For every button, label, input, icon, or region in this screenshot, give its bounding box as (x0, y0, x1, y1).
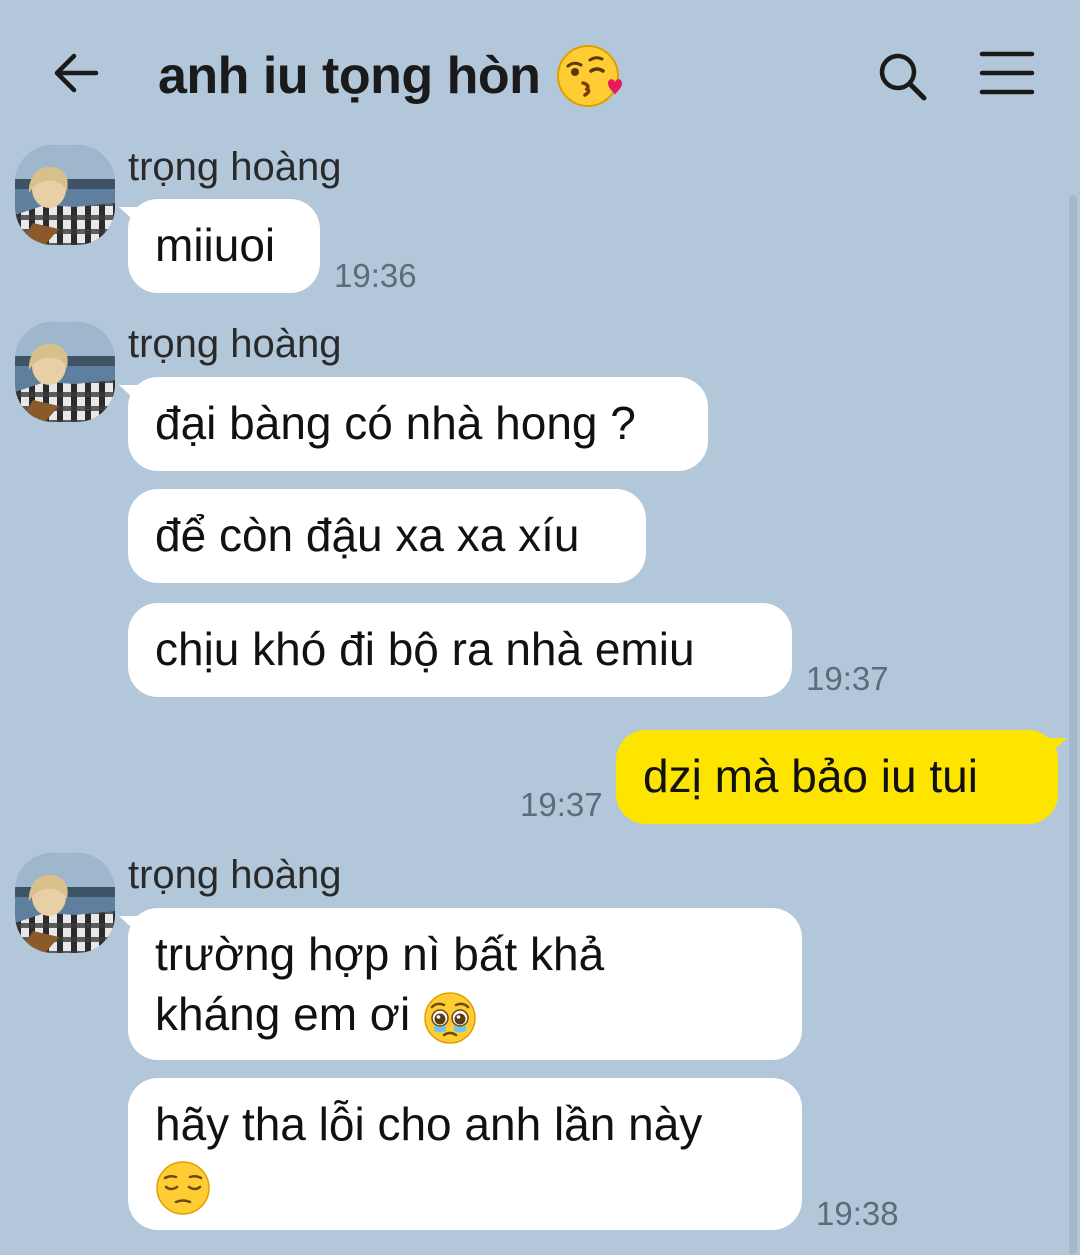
message-text-line: hãy tha lỗi cho anh lần này (155, 1098, 703, 1150)
message-text-line: trường hợp nì bất khả (155, 928, 605, 980)
message-text: dzị mà bảo iu tui (643, 750, 978, 802)
message-text: để còn đậu xa xa xíu (155, 509, 580, 561)
message-bubble[interactable]: trường hợp nì bất khả kháng em ơi (128, 908, 802, 1060)
message-time: 19:37 (520, 786, 603, 823)
message-time: 19:36 (334, 257, 417, 294)
back-button[interactable] (48, 46, 104, 102)
avatar[interactable] (15, 853, 115, 953)
scrollbar[interactable] (1069, 195, 1077, 1255)
chat-title-text: anh iu tọng hòn (158, 47, 541, 105)
menu-button[interactable] (976, 48, 1038, 98)
chat-title: anh iu tọng hòn (158, 40, 626, 112)
chat-header: anh iu tọng hòn (0, 0, 1080, 140)
avatar[interactable] (15, 145, 115, 245)
message-text: miiuoi (155, 219, 276, 271)
message-text: đại bàng có nhà hong ? (155, 397, 636, 449)
search-button[interactable] (874, 48, 930, 104)
message-text-line-with-emoji: kháng em ơi (155, 984, 775, 1045)
message-time: 19:37 (806, 660, 889, 697)
message-time: 19:38 (816, 1195, 899, 1232)
message-bubble[interactable]: đại bàng có nhà hong ? (128, 377, 708, 471)
my-message-bubble[interactable]: dzị mà bảo iu tui (616, 730, 1058, 824)
avatar[interactable] (15, 322, 115, 422)
sender-name: trọng hoàng (128, 322, 342, 366)
sender-name: trọng hoàng (128, 145, 342, 189)
pleading-face-icon (424, 992, 476, 1044)
message-bubble[interactable]: hãy tha lỗi cho anh lần này (128, 1078, 802, 1230)
message-text: kháng em ơi (155, 988, 411, 1040)
chat-screen: anh iu tọng hòn trọng hoàng miiuoi 19:36… (0, 0, 1080, 1255)
pensive-face-icon (156, 1161, 210, 1215)
message-bubble[interactable]: chịu khó đi bộ ra nhà emiu (128, 603, 792, 697)
message-emoji-line (155, 1154, 775, 1216)
search-icon (879, 53, 927, 101)
message-text: chịu khó đi bộ ra nhà emiu (155, 623, 695, 675)
message-bubble[interactable]: miiuoi (128, 199, 320, 293)
message-bubble[interactable]: để còn đậu xa xa xíu (128, 489, 646, 583)
arrow-left-icon (54, 53, 99, 93)
hamburger-menu-icon (979, 51, 1035, 95)
sender-name: trọng hoàng (128, 853, 342, 897)
face-blowing-kiss-icon (557, 45, 623, 107)
